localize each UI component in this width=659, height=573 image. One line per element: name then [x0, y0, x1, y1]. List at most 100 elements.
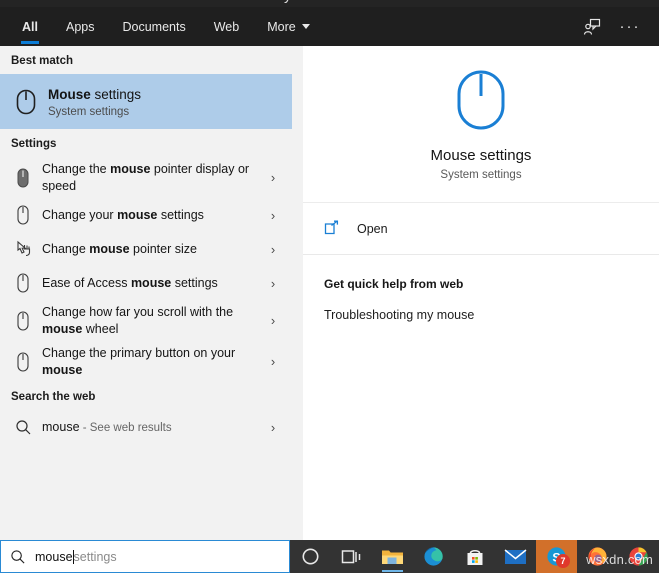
search-suggestion: settings — [73, 549, 117, 564]
windows-search-overlay: Windows Search overlay All Apps Document… — [0, 0, 659, 573]
list-item[interactable]: Change the mouse pointer display or spee… — [0, 157, 292, 198]
label-pre: Change how far you scroll with the — [42, 305, 234, 319]
search-icon — [9, 419, 37, 436]
mouse-filled-icon — [9, 168, 37, 188]
list-item[interactable]: Change how far you scroll with the mouse… — [0, 300, 292, 341]
search-header: All Apps Documents Web More ··· — [0, 7, 659, 46]
label-post: wheel — [82, 321, 119, 336]
list-item[interactable]: Change mouse pointer size › — [0, 232, 292, 266]
hand-pointer-icon — [9, 240, 37, 258]
taskbar: mouse settings 7 wsxdn.com — [0, 540, 659, 573]
tab-web[interactable]: Web — [200, 7, 253, 46]
best-match-subtitle: System settings — [48, 105, 130, 118]
mouse-outline-icon — [9, 351, 37, 372]
label-pre: Change the — [42, 162, 111, 176]
tab-documents[interactable]: Documents — [108, 7, 199, 46]
clipped-title-strip: Windows Search overlay — [0, 0, 659, 7]
list-item-label: Change your mouse settings — [37, 207, 262, 224]
chevron-right-icon: › — [270, 313, 276, 328]
feedback-icon — [583, 18, 601, 35]
microsoft-edge-icon — [424, 547, 443, 566]
label-bold: mouse — [130, 275, 172, 290]
list-item-label: Change how far you scroll with the mouse… — [37, 304, 262, 337]
taskbar-item-task-view[interactable] — [331, 540, 372, 573]
quick-help-section: Get quick help from web Troubleshooting … — [303, 255, 659, 322]
settings-group-header: Settings — [11, 138, 57, 150]
label-post: settings — [157, 207, 204, 222]
result-best-match-mouse-settings[interactable]: Mouse settings System settings — [0, 74, 292, 129]
more-options-button[interactable]: ··· — [613, 12, 647, 42]
mouse-icon — [9, 88, 43, 116]
search-tabs: All Apps Documents Web More — [0, 7, 324, 46]
list-item[interactable]: Change the primary button on your mouse … — [0, 341, 292, 382]
best-match-title-bold: Mouse — [48, 86, 91, 102]
task-view-icon — [341, 549, 360, 563]
taskbar-item-firefox[interactable] — [577, 540, 618, 573]
search-typed-value: mouse — [35, 549, 73, 564]
best-match-header: Best match — [11, 55, 73, 67]
open-button-label: Open — [357, 221, 388, 236]
tab-documents-label: Documents — [122, 19, 186, 34]
preview-title: Mouse settings — [430, 146, 532, 164]
label-bold: mouse — [89, 241, 130, 256]
taskbar-item-microsoft-store[interactable] — [454, 540, 495, 573]
status-badge: 7 — [556, 554, 570, 568]
external-link-icon — [324, 220, 350, 237]
cortana-icon — [302, 548, 319, 565]
quick-help-header: Get quick help from web — [324, 277, 464, 291]
file-explorer-icon — [382, 550, 403, 564]
taskbar-item-mail[interactable] — [495, 540, 536, 573]
tab-apps[interactable]: Apps — [52, 7, 109, 46]
search-the-web-header: Search the web — [11, 391, 96, 403]
search-input[interactable]: mouse settings — [0, 540, 290, 573]
preview-panel: Mouse settings System settings Open Get … — [292, 46, 659, 540]
mail-icon — [504, 549, 527, 564]
search-icon — [10, 549, 26, 565]
chrome-icon — [629, 547, 648, 566]
results-panel: Best match Mouse settings System setting… — [0, 46, 292, 540]
mouse-icon-blue — [455, 68, 507, 137]
list-item[interactable]: Ease of Access mouse settings › — [0, 266, 292, 300]
microsoft-store-icon — [467, 549, 482, 565]
web-suffix: - See web results — [79, 422, 172, 434]
chevron-right-icon: › — [270, 241, 276, 257]
list-item-web-search[interactable]: mouse - See web results › — [0, 410, 292, 444]
chevron-right-icon: › — [270, 419, 276, 435]
mouse-outline-icon — [9, 205, 37, 225]
open-button[interactable]: Open — [303, 203, 659, 255]
more-options-label: ··· — [619, 17, 641, 35]
label-bold: mouse — [110, 162, 151, 176]
list-item-label: Ease of Access mouse settings — [37, 275, 262, 292]
taskbar-item-microsoft-edge[interactable] — [413, 540, 454, 573]
preview-card: Mouse settings System settings Open Get … — [303, 46, 659, 540]
label-post: settings — [171, 275, 218, 290]
tab-more[interactable]: More — [253, 7, 323, 46]
label-pre: Change your — [42, 207, 118, 222]
label-bold: mouse — [117, 207, 158, 222]
label-bold: mouse — [42, 362, 83, 377]
chevron-down-icon — [301, 24, 310, 29]
web-search-label: mouse - See web results — [37, 418, 262, 436]
mouse-outline-icon — [9, 310, 37, 331]
quick-help-link[interactable]: Troubleshooting my mouse — [324, 291, 659, 322]
preview-subtitle: System settings — [440, 168, 522, 181]
firefox-icon — [588, 547, 607, 566]
taskbar-items: S 7 — [290, 540, 659, 573]
mouse-outline-icon — [9, 273, 37, 293]
best-match-text: Mouse settings System settings — [43, 86, 284, 118]
tab-all[interactable]: All — [8, 7, 52, 46]
taskbar-item-file-explorer[interactable] — [372, 540, 413, 573]
chevron-right-icon: › — [270, 354, 276, 369]
web-query: mouse — [42, 420, 80, 434]
label-bold: mouse — [42, 321, 83, 336]
tab-all-label: All — [22, 19, 38, 34]
taskbar-item-skype[interactable]: S 7 — [536, 540, 577, 573]
feedback-button[interactable] — [575, 12, 609, 42]
taskbar-item-cortana[interactable] — [290, 540, 331, 573]
list-item[interactable]: Change your mouse settings › — [0, 198, 292, 232]
chevron-right-icon: › — [270, 275, 276, 291]
taskbar-item-chrome[interactable] — [618, 540, 659, 573]
list-item-label: Change the mouse pointer display or spee… — [37, 161, 262, 194]
best-match-title: Mouse settings — [48, 86, 284, 103]
label-post: pointer size — [129, 241, 197, 256]
